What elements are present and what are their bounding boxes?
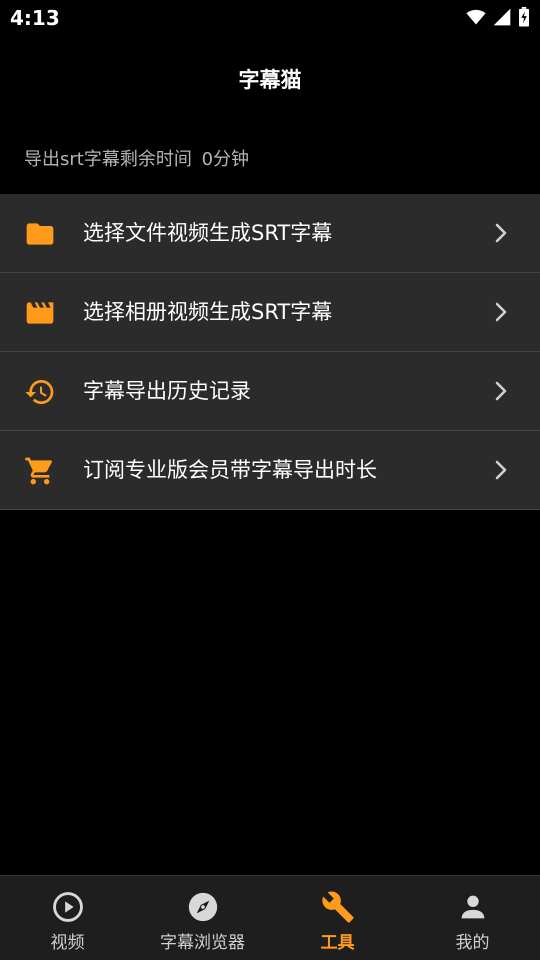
battery-icon <box>519 7 529 27</box>
menu-item-generate-from-file[interactable]: 选择文件视频生成SRT字幕 <box>0 194 540 273</box>
history-icon <box>25 380 54 404</box>
nav-item-video[interactable]: 视频 <box>0 876 135 960</box>
remaining-time-text: 导出srt字幕剩余时间 0分钟 <box>24 145 249 171</box>
nav-label: 视频 <box>50 933 85 953</box>
chevron-right-icon <box>495 381 507 401</box>
status-bar: 4:13 <box>0 0 540 36</box>
tools-menu: 选择文件视频生成SRT字幕 选择相册视频生成SRT字幕 字幕导出历史记录 订阅专… <box>0 194 540 510</box>
remaining-time-label: 导出srt字幕剩余时间 <box>24 149 192 170</box>
nav-item-subtitle-browser[interactable]: 字幕浏览器 <box>135 876 270 960</box>
nav-label: 字幕浏览器 <box>160 933 245 953</box>
nav-label: 我的 <box>455 933 490 953</box>
play-circle-icon <box>52 892 83 922</box>
signal-icon <box>493 8 511 26</box>
menu-item-subscribe-pro[interactable]: 订阅专业版会员带字幕导出时长 <box>0 431 540 510</box>
folder-icon <box>26 223 54 245</box>
chevron-right-icon <box>495 302 507 322</box>
compass-icon <box>188 892 217 922</box>
menu-item-export-history[interactable]: 字幕导出历史记录 <box>0 352 540 431</box>
menu-item-generate-from-album[interactable]: 选择相册视频生成SRT字幕 <box>0 273 540 352</box>
nav-label: 工具 <box>320 933 355 953</box>
nav-item-mine[interactable]: 我的 <box>405 876 540 960</box>
page-title: 字幕猫 <box>238 68 302 92</box>
chevron-right-icon <box>495 223 507 243</box>
status-icons <box>466 7 530 27</box>
person-icon <box>461 895 484 919</box>
menu-item-label: 选择文件视频生成SRT字幕 <box>83 221 333 245</box>
menu-item-label: 订阅专业版会员带字幕导出时长 <box>83 458 377 482</box>
remaining-time-value: 0分钟 <box>201 149 250 170</box>
status-time: 4:13 <box>10 6 60 30</box>
chevron-right-icon <box>495 460 507 480</box>
menu-item-label: 选择相册视频生成SRT字幕 <box>83 300 333 324</box>
nav-item-tools[interactable]: 工具 <box>270 876 405 960</box>
clapperboard-icon <box>26 302 54 324</box>
bottom-nav: 视频 字幕浏览器 工具 我的 <box>0 875 540 960</box>
wrench-icon <box>321 891 354 923</box>
wifi-icon <box>466 9 486 25</box>
cart-icon <box>25 457 52 485</box>
menu-item-label: 字幕导出历史记录 <box>83 379 251 403</box>
